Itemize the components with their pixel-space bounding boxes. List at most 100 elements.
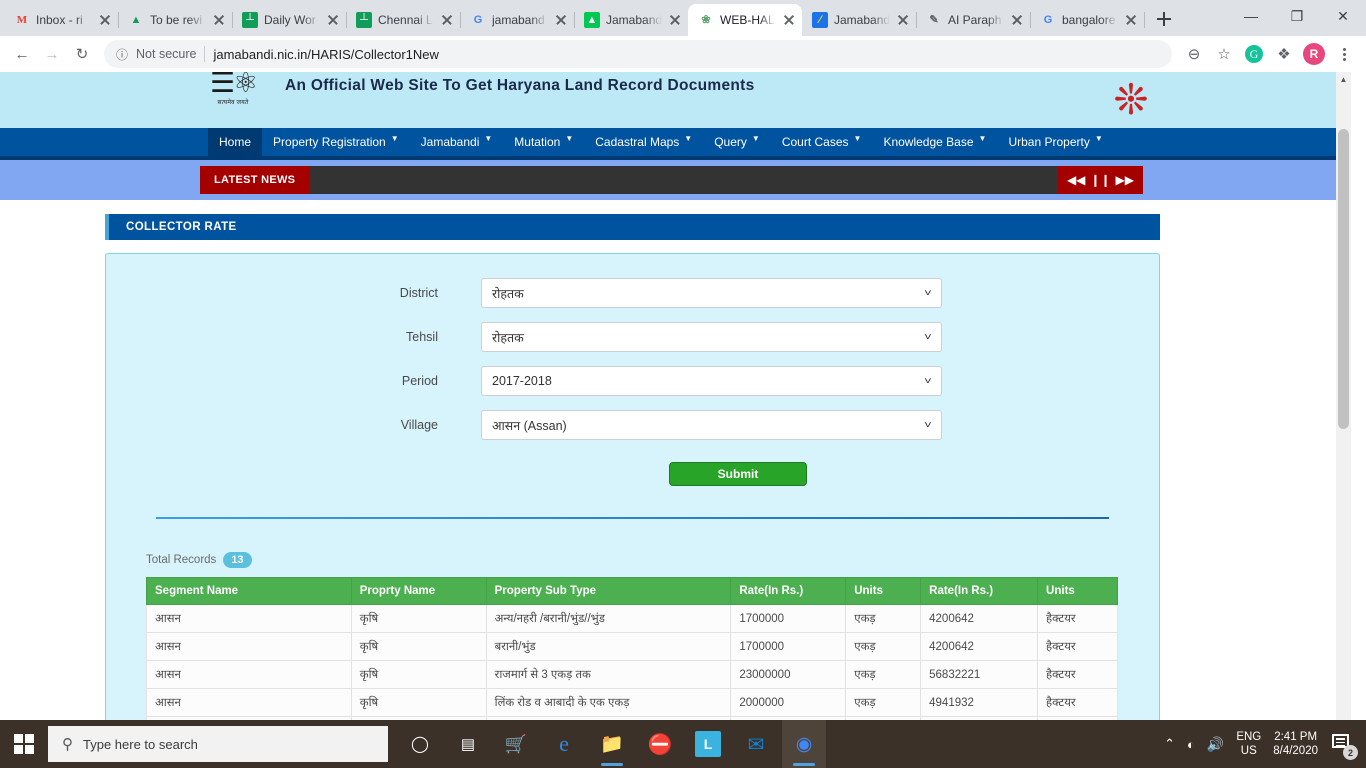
maximize-button[interactable]: ❐: [1274, 0, 1320, 32]
table-row: आसन कृषि राजमार्ग से 3 एकड़ तक 23000000 …: [146, 660, 1118, 689]
browser-tab[interactable]: ┴ Daily Wor: [232, 4, 347, 36]
cell-rate-hectare: 56832221: [920, 660, 1039, 689]
browser-tab[interactable]: ▲ Jamaband: [574, 4, 689, 36]
tab-close-icon[interactable]: [212, 13, 226, 27]
latest-news-label: LATEST NEWS: [200, 166, 310, 194]
forward-icon[interactable]: →: [38, 40, 66, 68]
mail-icon[interactable]: ✉: [734, 720, 778, 768]
browser-tab[interactable]: G bangalore: [1030, 4, 1145, 36]
cell-property-name: कृषि: [350, 688, 487, 717]
browser-tab[interactable]: ✎ AI Paraph: [916, 4, 1031, 36]
column-header-property-name[interactable]: Proprty Name: [350, 577, 487, 605]
network-icon[interactable]: ◐: [1187, 737, 1195, 752]
browser-tab-active[interactable]: ❀ WEB-HAL: [688, 4, 802, 36]
green-arrow-icon: ▲: [584, 12, 600, 28]
cell-rate-acre: 1700000: [730, 604, 847, 633]
nav-item-mutation[interactable]: Mutation ▼: [503, 128, 584, 156]
tab-close-icon[interactable]: [326, 13, 340, 27]
microsoft-store-icon[interactable]: 🛒: [494, 720, 538, 768]
scrollbar-thumb[interactable]: [1338, 129, 1349, 429]
browser-tab[interactable]: G jamaband: [460, 4, 575, 36]
column-header-units-hectare[interactable]: Units: [1037, 577, 1118, 605]
nav-item-urban-property[interactable]: Urban Property ▼: [997, 128, 1113, 156]
tab-close-icon[interactable]: [782, 13, 796, 27]
page-scrollbar[interactable]: ▲: [1336, 72, 1351, 720]
reload-icon[interactable]: ↻: [68, 40, 96, 68]
district-select[interactable]: रोहतक ˅: [481, 278, 942, 308]
news-pause-icon[interactable]: ❙❙: [1090, 173, 1110, 187]
minimize-button[interactable]: —: [1228, 0, 1274, 32]
tab-title: Daily Wor: [264, 13, 316, 27]
info-icon[interactable]: ⓘ: [116, 46, 128, 63]
microsoft-edge-icon[interactable]: e: [542, 720, 586, 768]
grammarly-extension-icon[interactable]: G: [1240, 40, 1268, 68]
nav-label: Jamabandi: [420, 135, 480, 149]
tab-close-icon[interactable]: [554, 13, 568, 27]
clock[interactable]: 2:41 PM 8/4/2020: [1273, 730, 1318, 758]
clock-date: 8/4/2020: [1273, 745, 1318, 757]
column-header-units-acre[interactable]: Units: [845, 577, 922, 605]
windows-logo-icon: [14, 734, 34, 754]
taskbar-search-box[interactable]: ⚲ Type here to search: [48, 726, 388, 762]
scroll-up-arrow-icon[interactable]: ▲: [1336, 72, 1351, 87]
google-chrome-icon[interactable]: ◉: [782, 720, 826, 768]
browser-tab[interactable]: M Inbox - ri: [4, 4, 119, 36]
nav-item-query[interactable]: Query ▼: [703, 128, 771, 156]
india-emblem-icon: ☰⚛ सत्यमेव जयते: [210, 72, 258, 106]
nav-item-knowledge-base[interactable]: Knowledge Base ▼: [872, 128, 997, 156]
nav-item-jamabandi[interactable]: Jamabandi ▼: [410, 128, 504, 156]
period-select[interactable]: 2017-2018 ˅: [481, 366, 942, 396]
bookmark-star-icon[interactable]: ☆: [1210, 40, 1238, 68]
submit-row: Submit: [106, 462, 1159, 486]
language-indicator[interactable]: ENG US: [1236, 730, 1261, 758]
village-value: आसन (Assan): [492, 418, 567, 433]
quill-icon: ✎: [929, 13, 939, 26]
tab-close-icon[interactable]: [98, 13, 112, 27]
tab-close-icon[interactable]: [440, 13, 454, 27]
submit-button[interactable]: Submit: [669, 462, 807, 486]
section-divider: [156, 517, 1109, 519]
zoom-out-icon[interactable]: ⊖: [1180, 40, 1208, 68]
address-bar[interactable]: ⓘ Not secure jamabandi.nic.in/HARIS/Coll…: [104, 40, 1172, 68]
volume-icon[interactable]: 🔊: [1207, 736, 1224, 753]
column-header-rate-hectare[interactable]: Rate(In Rs.): [920, 577, 1039, 605]
start-button[interactable]: [0, 720, 48, 768]
nav-label: Court Cases: [781, 135, 849, 149]
tab-close-icon[interactable]: [1010, 13, 1024, 27]
tab-close-icon[interactable]: [668, 13, 682, 27]
tab-close-icon[interactable]: [1124, 13, 1138, 27]
tab-close-icon[interactable]: [896, 13, 910, 27]
nav-item-property-registration[interactable]: Property Registration ▼: [262, 128, 410, 156]
new-tab-button[interactable]: [1150, 5, 1178, 33]
notifications-button[interactable]: 2: [1330, 729, 1358, 760]
cell-units-acre: एकड़: [845, 632, 922, 661]
show-hidden-icons-chevron-icon[interactable]: ⌃: [1164, 736, 1175, 752]
cell-property-sub-type: बरानी/भुंड: [485, 632, 732, 661]
browser-tab[interactable]: ∕ Jamaband: [802, 4, 917, 36]
nav-item-cadastral-maps[interactable]: Cadastral Maps ▼: [584, 128, 703, 156]
column-header-property-sub-type[interactable]: Property Sub Type: [485, 577, 732, 605]
browser-tab[interactable]: ┴ Chennai L: [346, 4, 461, 36]
close-window-button[interactable]: ✕: [1320, 0, 1366, 32]
nav-item-court-cases[interactable]: Court Cases ▼: [771, 128, 873, 156]
column-header-rate-acre[interactable]: Rate(In Rs.): [730, 577, 847, 605]
column-header-segment-name[interactable]: Segment Name: [146, 577, 352, 605]
task-view-icon[interactable]: ▤: [446, 720, 490, 768]
extensions-puzzle-icon[interactable]: ❖: [1270, 40, 1298, 68]
form-row-tehsil: Tehsil रोहतक ˅: [106, 322, 1159, 352]
google-search-icon: G: [1043, 13, 1053, 26]
news-prev-icon[interactable]: ◀◀: [1067, 173, 1085, 187]
news-next-icon[interactable]: ▶▶: [1116, 173, 1134, 187]
firefox-icon[interactable]: ⛔: [638, 720, 682, 768]
browser-tab[interactable]: ▲ To be revi: [118, 4, 233, 36]
village-select[interactable]: आसन (Assan) ˅: [481, 410, 942, 440]
lightshot-icon[interactable]: L: [695, 731, 721, 757]
cortana-icon[interactable]: ◯: [398, 720, 442, 768]
chrome-menu-icon[interactable]: [1330, 40, 1358, 68]
file-explorer-icon[interactable]: 📁: [590, 720, 634, 768]
avatar[interactable]: R: [1300, 40, 1328, 68]
tehsil-select[interactable]: रोहतक ˅: [481, 322, 942, 352]
nav-label: Cadastral Maps: [595, 135, 680, 149]
nav-item-home[interactable]: Home: [208, 128, 263, 156]
back-icon[interactable]: ←: [8, 40, 36, 68]
